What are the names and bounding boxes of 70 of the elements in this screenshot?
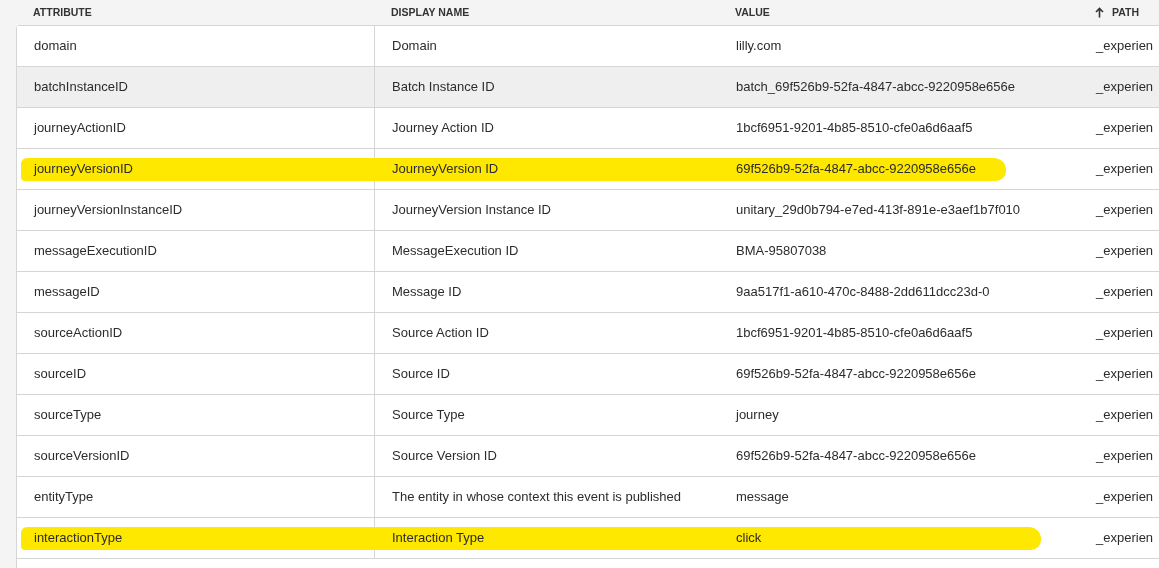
table-cell-text: entityType (34, 488, 94, 507)
table-cell: _experien (1096, 366, 1154, 382)
table-cell: _experien (1096, 530, 1154, 546)
table-cell: JourneyVersion ID (392, 161, 499, 177)
table-cell-text: messageExecutionID (34, 242, 157, 261)
table-row[interactable]: messageExecutionID MessageExecution ID BMA-95807038 _experien (17, 231, 1159, 272)
table-cell: Interaction Type (392, 530, 485, 546)
table-cell: _experien (1096, 38, 1154, 54)
table-cell: MessageExecution ID (392, 243, 519, 259)
table-row[interactable]: domain Domain lilly.com _experien (17, 26, 1159, 67)
table-cell-text: messageID (34, 283, 100, 302)
table-cell: Source Version ID (392, 448, 497, 464)
table-row[interactable]: sourceVersionID Source Version ID 69f526b9-52fa-4847-abcc-9220958e656e _experien (17, 436, 1159, 477)
table-cell: _experien (1096, 284, 1154, 300)
column-header[interactable]: PATH (1112, 4, 1140, 21)
column-header[interactable]: VALUE (735, 4, 770, 21)
table-row[interactable]: interactionType Interaction Type click _experien (17, 518, 1159, 559)
table-row[interactable]: entityType The entity in whose context this event is published message _experien (17, 477, 1159, 518)
table-cell: Message ID (392, 284, 462, 300)
table-cell: lilly.com (736, 38, 782, 54)
table-cell: journey (736, 407, 779, 423)
table-cell: 9aa517f1-a610-470c-8488-2dd611dcc23d-0 (736, 284, 990, 300)
table-cell: _experien (1096, 489, 1154, 505)
table-row[interactable]: messageID Message ID 9aa517f1-a610-470c-8488-2dd611dcc23d-0 _experien (17, 272, 1159, 313)
table-cell: Domain (392, 38, 437, 54)
table-row[interactable]: journeyVersionID JourneyVersion ID 69f526b9-52fa-4847-abcc-9220958e656e _experien (17, 149, 1159, 190)
table-cell: message (736, 489, 789, 505)
table-cell-text: batchInstanceID (34, 78, 128, 97)
table-cell-text: sourceID (34, 365, 87, 384)
table-cell: unitary_29d0b794-e7ed-413f-891e-e3aef1b7f010 (736, 202, 1021, 218)
table-cell-text: journeyActionID (34, 119, 126, 138)
table-cell: _experien (1096, 407, 1154, 423)
table-cell: Source Action ID (392, 325, 489, 341)
table-cell: The entity in whose context this event is published (392, 489, 682, 505)
table-cell: 69f526b9-52fa-4847-abcc-9220958e656e (736, 448, 976, 464)
table-cell-text: journeyVersionID (34, 160, 133, 179)
table-cell-text: sourceType (34, 406, 102, 425)
table-cell: 69f526b9-52fa-4847-abcc-9220958e656e (736, 161, 976, 177)
table-cell: _experien (1096, 243, 1154, 259)
table-cell: click (736, 530, 762, 546)
table-cell: _experien (1096, 79, 1154, 95)
table-cell: batch_69f526b9-52fa-4847-abcc-9220958e656e (736, 79, 1015, 95)
table-cell: _experien (1096, 202, 1154, 218)
table-cell: _experien (1096, 161, 1154, 177)
table-cell-text: interactionType (34, 529, 123, 548)
table-cell: _experien (1096, 325, 1154, 341)
table-cell: 69f526b9-52fa-4847-abcc-9220958e656e (736, 366, 976, 382)
table-cell: _experien (1096, 120, 1154, 136)
table-cell: BMA-95807038 (736, 243, 827, 259)
sort-ascending-icon[interactable] (1095, 7, 1104, 18)
table-cell-text: journeyVersionInstanceID (34, 201, 183, 220)
table-cell: JourneyVersion Instance ID (392, 202, 551, 218)
table-cell: Source ID (392, 366, 450, 382)
column-header[interactable]: DISPLAY NAME (391, 4, 470, 21)
table-cell: Source Type (392, 407, 465, 423)
table-cell-text: domain (34, 37, 77, 56)
table-cell-text: sourceVersionID (34, 447, 130, 466)
table-cell: Batch Instance ID (392, 79, 495, 95)
table-cell: 1bcf6951-9201-4b85-8510-cfe0a6d6aaf5 (736, 120, 973, 136)
column-header[interactable]: ATTRIBUTE (33, 4, 92, 21)
table-row[interactable]: sourceID Source ID 69f526b9-52fa-4847-abcc-9220958e656e _experien (17, 354, 1159, 395)
table-cell-text: sourceActionID (34, 324, 123, 343)
table-row[interactable]: sourceType Source Type journey _experien (17, 395, 1159, 436)
table-cell: 1bcf6951-9201-4b85-8510-cfe0a6d6aaf5 (736, 325, 973, 341)
table-row[interactable]: sourceActionID Source Action ID 1bcf6951-9201-4b85-8510-cfe0a6d6aaf5 _experien (17, 313, 1159, 354)
table-row[interactable]: journeyActionID Journey Action ID 1bcf6951-9201-4b85-8510-cfe0a6d6aaf5 _experien (17, 108, 1159, 149)
table-row[interactable]: batchInstanceID Batch Instance ID batch_69f526b9-52fa-4847-abcc-9220958e656e _experien (17, 67, 1159, 108)
table-row[interactable]: journeyVersionInstanceID JourneyVersion Instance ID unitary_29d0b794-e7ed-413f-891e-e3aef1b7f010 _experien (17, 190, 1159, 231)
table-cell: _experien (1096, 448, 1154, 464)
table-cell: Journey Action ID (392, 120, 494, 136)
